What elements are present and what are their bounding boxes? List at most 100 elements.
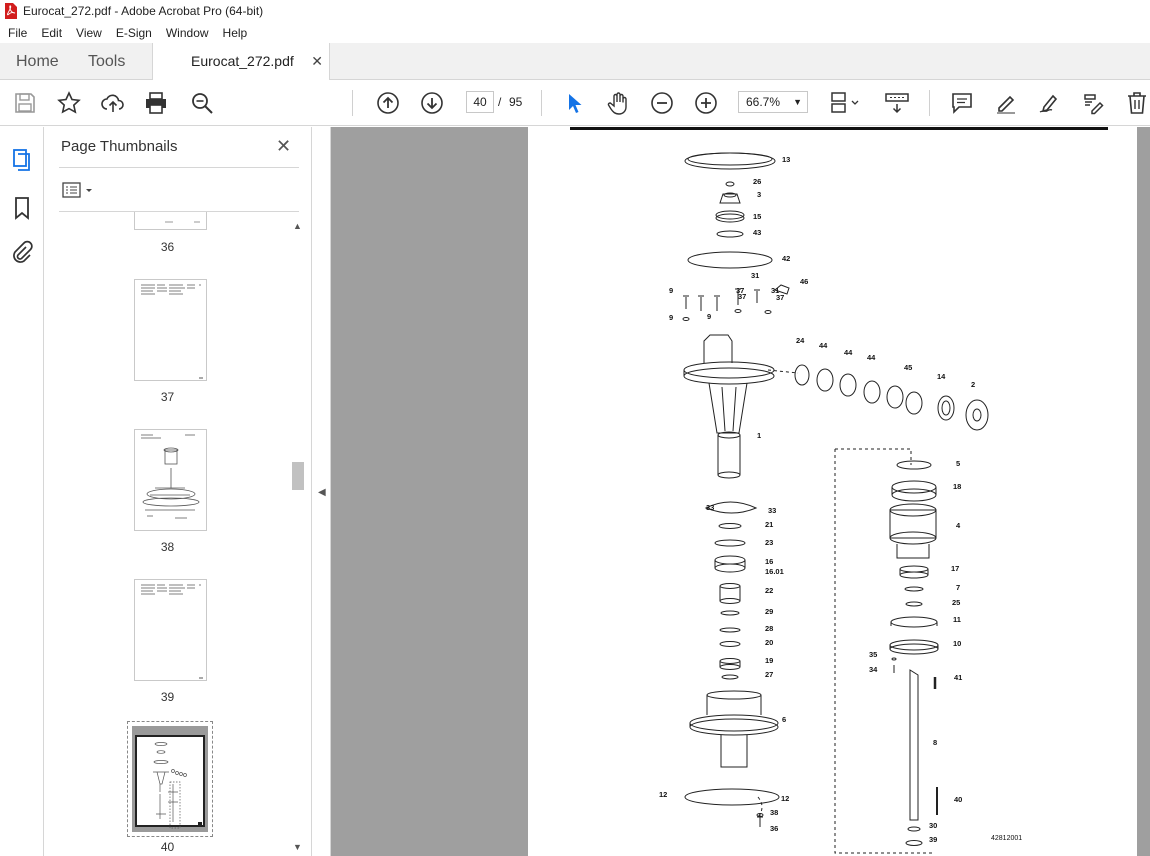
page-layout-icon[interactable]	[829, 90, 863, 116]
pdf-page: 13 26 3 15 43 42 31 46 37 31 37 37 9 9 9 24 44 44 44 45 14 2 1…	[528, 127, 1137, 856]
thumbnail-list: 36 37 38 39 40	[45, 212, 290, 856]
part-label: 7	[956, 583, 960, 592]
hand-tool-icon[interactable]	[605, 90, 631, 116]
menu-file[interactable]: File	[0, 26, 34, 40]
upload-cloud-icon[interactable]	[100, 90, 126, 116]
menu-window[interactable]: Window	[159, 26, 216, 40]
part-label: 1	[757, 431, 761, 440]
tab-tools[interactable]: Tools	[88, 43, 125, 80]
part-label: 46	[800, 277, 808, 286]
part-label: 9	[707, 312, 711, 321]
zoom-search-icon[interactable]	[189, 90, 215, 116]
menu-view[interactable]: View	[69, 26, 109, 40]
acrobat-pdf-icon	[5, 3, 17, 19]
part-label: 17	[951, 564, 959, 573]
scroll-thumb[interactable]	[292, 462, 304, 490]
part-label: 31	[751, 271, 759, 280]
select-cursor-icon[interactable]	[561, 90, 587, 116]
delete-trash-icon[interactable]	[1124, 90, 1150, 116]
part-label: 35	[869, 650, 877, 659]
part-label: 19	[765, 656, 773, 665]
thumbnail-label: 36	[160, 240, 175, 254]
thumbnails-panel: Page Thumbnails ✕ 36 37 38 39 40 ▲ ▼	[45, 127, 312, 856]
part-label: 15	[753, 212, 761, 221]
save-icon[interactable]	[12, 90, 38, 116]
sign-pen-icon[interactable]	[1037, 90, 1063, 116]
part-label: 21	[765, 520, 773, 529]
previous-page-icon[interactable]	[375, 90, 401, 116]
close-tab-icon[interactable]: ✕	[311, 43, 323, 80]
part-label: 30	[929, 821, 937, 830]
part-label: 11	[953, 615, 961, 624]
zoom-out-icon[interactable]	[649, 90, 675, 116]
part-label: 9	[669, 313, 673, 322]
part-label: 6	[782, 715, 786, 724]
page-thumbnail[interactable]	[134, 212, 207, 230]
part-label: 25	[952, 598, 960, 607]
part-label: 44	[867, 353, 876, 362]
part-label: 12	[659, 790, 667, 799]
next-page-icon[interactable]	[419, 90, 445, 116]
page-thumbnails-icon[interactable]	[9, 147, 35, 173]
tab-bar: Home Tools Eurocat_272.pdf ✕	[0, 43, 1150, 80]
chevron-down-icon: ▼	[793, 97, 802, 107]
window-title: Eurocat_272.pdf - Adobe Acrobat Pro (64-…	[23, 4, 264, 18]
collapse-panel-icon[interactable]: ◀	[318, 487, 326, 498]
tab-document-label: Eurocat_272.pdf	[191, 53, 294, 69]
page-total: 95	[509, 95, 523, 109]
zoom-level-select[interactable]: 66.7% ▼	[738, 91, 808, 113]
exploded-parts-diagram: 13263154342314637 3137 3799 924444444451421…	[570, 127, 1108, 854]
thumbnail-label: 37	[160, 390, 175, 404]
menu-esign[interactable]: E-Sign	[109, 26, 159, 40]
part-label: 14	[937, 372, 946, 381]
print-icon[interactable]	[143, 90, 169, 116]
highlight-pen-icon[interactable]	[993, 90, 1019, 116]
part-label: 33	[768, 506, 776, 515]
part-label: 43	[753, 228, 761, 237]
menu-edit[interactable]: Edit	[34, 26, 69, 40]
drawing-number: 42812001	[991, 835, 1022, 842]
part-label: 41	[954, 673, 962, 682]
part-label: 36	[770, 824, 778, 833]
page-thumbnail-selected[interactable]	[127, 721, 213, 837]
part-label: 16.01	[765, 567, 784, 576]
part-label: 12	[781, 794, 789, 803]
part-label: 39	[929, 835, 937, 844]
page-number-input[interactable]: 40	[466, 91, 494, 113]
attachments-icon[interactable]	[9, 239, 35, 265]
part-label: 34	[869, 665, 878, 674]
panel-title: Page Thumbnails	[61, 138, 178, 155]
comment-icon[interactable]	[949, 90, 975, 116]
panel-collapse-bar[interactable]: ◀	[312, 127, 331, 856]
zoom-in-icon[interactable]	[693, 90, 719, 116]
thumbnail-scrollbar[interactable]: ▲ ▼	[290, 219, 306, 856]
page-thumbnail[interactable]	[134, 429, 207, 531]
menu-help[interactable]: Help	[216, 26, 255, 40]
panel-divider	[59, 167, 299, 168]
toolbar-divider	[929, 90, 930, 116]
thumbnail-label: 38	[160, 540, 175, 554]
part-label: 3	[757, 190, 761, 199]
part-label: 37	[738, 292, 746, 301]
scroll-mode-icon[interactable]	[883, 90, 911, 116]
part-label: 33	[706, 503, 714, 512]
part-label: 37	[776, 293, 784, 302]
page-thumbnail[interactable]	[134, 579, 207, 681]
document-view[interactable]: 13 26 3 15 43 42 31 46 37 31 37 37 9 9 9 24 44 44 44 45 14 2 1…	[331, 127, 1150, 856]
bookmarks-icon[interactable]	[9, 195, 35, 221]
bookmark-star-icon[interactable]	[56, 90, 82, 116]
scroll-up-icon[interactable]: ▲	[293, 221, 302, 231]
edit-fill-icon[interactable]	[1080, 90, 1106, 116]
tab-document[interactable]: Eurocat_272.pdf ✕	[152, 43, 330, 80]
part-label: 27	[765, 670, 773, 679]
part-label: 8	[933, 738, 937, 747]
tab-home[interactable]: Home	[16, 43, 59, 80]
thumbnail-label: 39	[160, 690, 175, 704]
page-thumbnail[interactable]	[134, 279, 207, 381]
part-label: 5	[956, 459, 960, 468]
scroll-down-icon[interactable]: ▼	[293, 842, 302, 852]
part-label: 38	[770, 808, 778, 817]
close-panel-icon[interactable]: ✕	[276, 136, 291, 157]
part-label: 22	[765, 586, 773, 595]
thumbnail-options-icon[interactable]	[62, 181, 96, 199]
